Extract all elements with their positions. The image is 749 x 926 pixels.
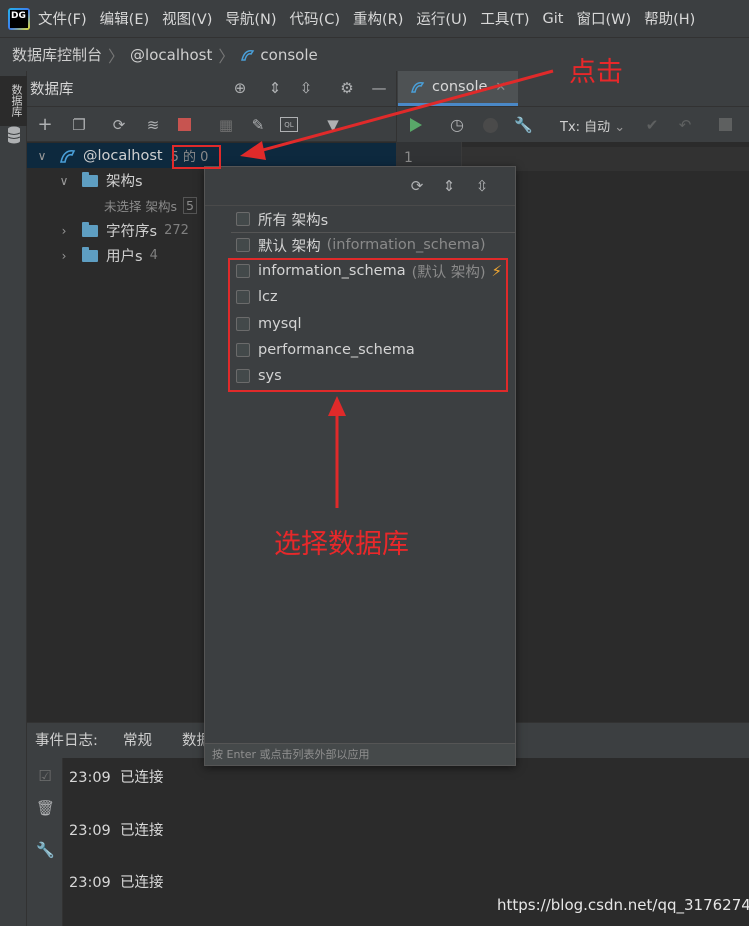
arrowhead-icon: [328, 396, 346, 416]
annotation-click-label: 点击: [569, 57, 623, 88]
annotation-arrow-click: [251, 69, 554, 155]
arrowhead-icon: [240, 141, 266, 160]
watermark: https://blog.csdn.net/qq_31762741: [497, 896, 749, 914]
annotation-select-db-label: 选择数据库: [274, 529, 409, 560]
annotation-arrows: [240, 69, 554, 508]
